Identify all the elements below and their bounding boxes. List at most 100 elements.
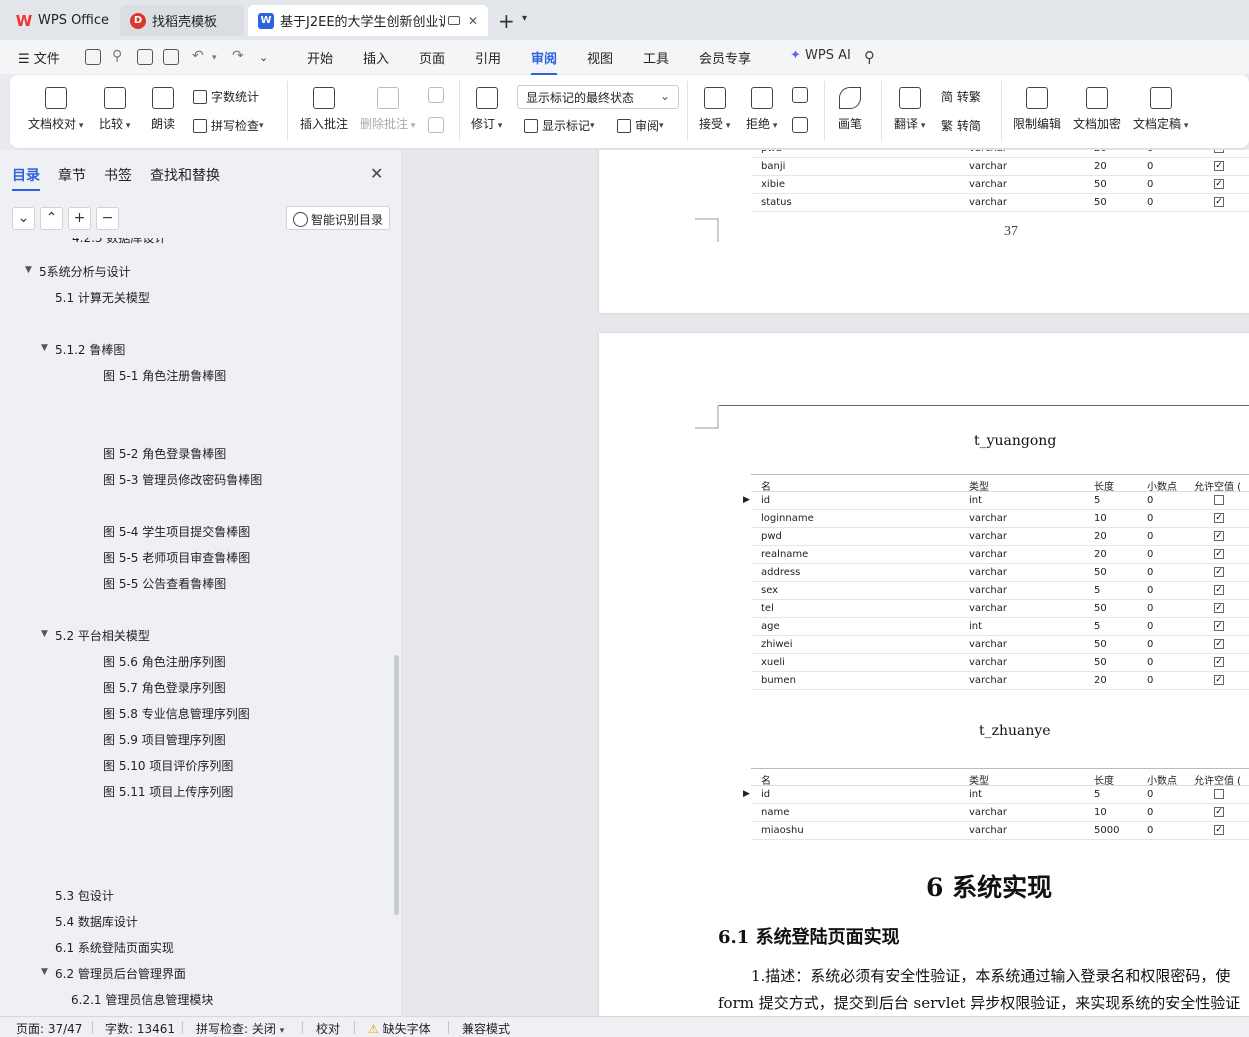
add-icon[interactable]: + <box>68 207 91 230</box>
tab-document[interactable]: W 基于J2EE的大学生创新创业训练项目管理系统的设计与实现 ✕ <box>248 5 488 36</box>
word-count-indicator[interactable]: 字数: 13461 <box>105 1020 175 1037</box>
menu-view[interactable]: 视图 <box>587 48 613 67</box>
track-changes-button[interactable]: 修订 ▾ <box>471 87 502 132</box>
toc-item[interactable]: ▼ 5.2 平台相关模型 <box>41 627 150 644</box>
print-preview-icon[interactable] <box>163 49 179 65</box>
menu-review[interactable]: 审阅 <box>531 48 558 75</box>
read-aloud-button[interactable]: 朗读 <box>151 87 175 132</box>
close-icon[interactable]: ✕ <box>468 14 478 28</box>
review-pane-button[interactable]: 审阅 ▾ <box>617 117 664 134</box>
toc-item[interactable]: 图 5-2 角色登录鲁棒图 <box>103 445 226 462</box>
toc-item[interactable]: 4.2.3 数据库设计 <box>72 238 166 246</box>
show-markup-button[interactable]: 显示标记 ▾ <box>524 117 595 134</box>
spell-check-indicator[interactable]: 拼写检查: 关闭 ▾ <box>196 1020 284 1037</box>
toc-item[interactable]: ▼ 5系统分析与设计 <box>25 263 131 280</box>
next-change-button[interactable] <box>792 117 808 139</box>
menu-references[interactable]: 引用 <box>475 48 501 67</box>
tab-template[interactable]: D 找稻壳模板 <box>120 5 244 36</box>
reject-button[interactable]: 拒绝 ▾ <box>746 87 777 132</box>
to-traditional-button[interactable]: 简 转繁 <box>941 88 981 105</box>
expand-icon[interactable]: ▼ <box>41 629 48 639</box>
spell-check-button[interactable]: 拼写检查 ▾ <box>193 117 264 134</box>
to-simplified-button[interactable]: 繁 转简 <box>941 117 981 134</box>
monitor-icon[interactable] <box>448 16 460 25</box>
search-icon[interactable]: ⚲ <box>864 48 875 66</box>
table-cell: 0 <box>1147 150 1153 154</box>
smart-toc-button[interactable]: 智能识别目录 <box>286 206 390 230</box>
menu-tools[interactable]: 工具 <box>643 48 669 67</box>
menu-home[interactable]: 开始 <box>307 48 333 67</box>
document-canvas[interactable]: pwd varchar 20 0 ✓ banji varchar 20 0 ✓ xibie varch… <box>404 150 1249 1016</box>
chevron-down-icon[interactable]: ▾ <box>522 13 527 24</box>
chevron-down-icon[interactable]: ⌄ <box>259 51 268 64</box>
tab-wps-office[interactable]: W WPS Office <box>6 5 116 36</box>
menu-insert[interactable]: 插入 <box>363 48 389 67</box>
menu-member[interactable]: 会员专享 <box>699 48 751 67</box>
chapter-heading: 6 系统实现 <box>926 873 1053 902</box>
tab-toc[interactable]: 目录 <box>12 165 40 191</box>
file-menu[interactable]: ☰ 文件 <box>18 48 60 67</box>
table-cell: varchar <box>969 179 1008 190</box>
table-cell: 50 <box>1094 657 1107 668</box>
tab-chapters[interactable]: 章节 <box>58 165 86 185</box>
toc-item[interactable]: 图 5-5 老师项目审查鲁棒图 <box>103 549 250 566</box>
compare-button[interactable]: 比较 ▾ <box>99 87 130 132</box>
toc-item[interactable]: 6.1 系统登陆页面实现 <box>55 939 174 956</box>
expand-icon[interactable]: ▼ <box>25 265 32 275</box>
remove-icon[interactable]: − <box>96 207 119 230</box>
pen-button[interactable]: 画笔 <box>838 87 862 132</box>
markup-state-select[interactable]: 显示标记的最终状态 ⌄ <box>517 85 679 109</box>
save-icon[interactable] <box>85 49 101 65</box>
writer-logo-icon: W <box>258 12 274 29</box>
translate-button[interactable]: 翻译 ▾ <box>894 87 925 132</box>
toc-item[interactable]: 图 5-5 公告查看鲁棒图 <box>103 575 226 592</box>
scrollbar-thumb[interactable] <box>394 655 399 915</box>
undo-icon[interactable]: ↶ <box>192 48 204 64</box>
toc-item[interactable]: 图 5.6 角色注册序列图 <box>103 653 226 670</box>
chevron-down-icon[interactable]: ▾ <box>212 53 217 63</box>
toc-item[interactable]: ▼ 6.2 管理员后台管理界面 <box>41 965 186 982</box>
toc-item[interactable]: 6.2.1 管理员信息管理模块 <box>71 991 213 1008</box>
next-comment-button[interactable] <box>428 117 444 139</box>
toc-item[interactable]: 5.3 包设计 <box>55 887 114 904</box>
toc-item[interactable]: 图 5.7 角色登录序列图 <box>103 679 226 696</box>
redo-icon[interactable]: ↷ <box>232 48 244 64</box>
insert-comment-button[interactable]: 插入批注 <box>300 87 348 132</box>
menu-page[interactable]: 页面 <box>419 48 445 67</box>
toc-item[interactable]: 5.1 计算无关模型 <box>55 289 150 306</box>
delete-comment-button[interactable]: 删除批注 ▾ <box>360 87 415 132</box>
accept-button[interactable]: 接受 ▾ <box>699 87 730 132</box>
toc-item[interactable]: 图 5.10 项目评价序列图 <box>103 757 233 774</box>
docer-logo-icon: D <box>130 12 146 29</box>
toc-item[interactable]: 图 5-4 学生项目提交鲁棒图 <box>103 523 250 540</box>
chevron-up-icon[interactable]: ⌃ <box>40 207 63 230</box>
new-tab-icon[interactable]: + <box>498 9 515 33</box>
compat-mode-indicator[interactable]: 兼容模式 <box>462 1020 510 1037</box>
page-indicator[interactable]: 页面: 37/47 <box>16 1020 82 1037</box>
prev-change-button[interactable] <box>792 87 808 109</box>
toc-item[interactable]: 图 5-3 管理员修改密码鲁棒图 <box>103 471 262 488</box>
expand-icon[interactable]: ▼ <box>41 967 48 977</box>
print-icon[interactable] <box>137 49 153 65</box>
missing-font-indicator[interactable]: ⚠ 缺失字体 <box>368 1020 431 1037</box>
toc-item[interactable]: ▼ 5.1.2 鲁棒图 <box>41 341 125 358</box>
close-icon[interactable]: ✕ <box>370 164 383 183</box>
link-icon[interactable]: ⚲ <box>112 48 122 64</box>
tab-bookmarks[interactable]: 书签 <box>104 165 132 185</box>
chevron-down-icon[interactable]: ⌄ <box>12 207 35 230</box>
toc-item[interactable]: 图 5.8 专业信息管理序列图 <box>103 705 250 722</box>
toc-item[interactable]: 5.4 数据库设计 <box>55 913 138 930</box>
toc-item[interactable]: 图 5.9 项目管理序列图 <box>103 731 226 748</box>
encrypt-button[interactable]: 文档加密 <box>1073 87 1121 132</box>
expand-icon[interactable]: ▼ <box>41 343 48 353</box>
doc-check-button[interactable]: 文档校对 ▾ <box>28 87 83 132</box>
prev-comment-button[interactable] <box>428 87 444 109</box>
toc-item[interactable]: 图 5-1 角色注册鲁棒图 <box>103 367 226 384</box>
finalize-button[interactable]: 文档定稿 ▾ <box>1133 87 1188 132</box>
wps-ai-button[interactable]: ✦ WPS AI <box>790 48 851 63</box>
word-count-button[interactable]: 字数统计 <box>193 88 259 105</box>
tab-find-replace[interactable]: 查找和替换 <box>150 165 220 185</box>
restrict-edit-button[interactable]: 限制编辑 <box>1013 87 1061 132</box>
toc-item[interactable]: 图 5.11 项目上传序列图 <box>103 783 233 800</box>
proofread-indicator[interactable]: 校对 <box>316 1020 340 1037</box>
